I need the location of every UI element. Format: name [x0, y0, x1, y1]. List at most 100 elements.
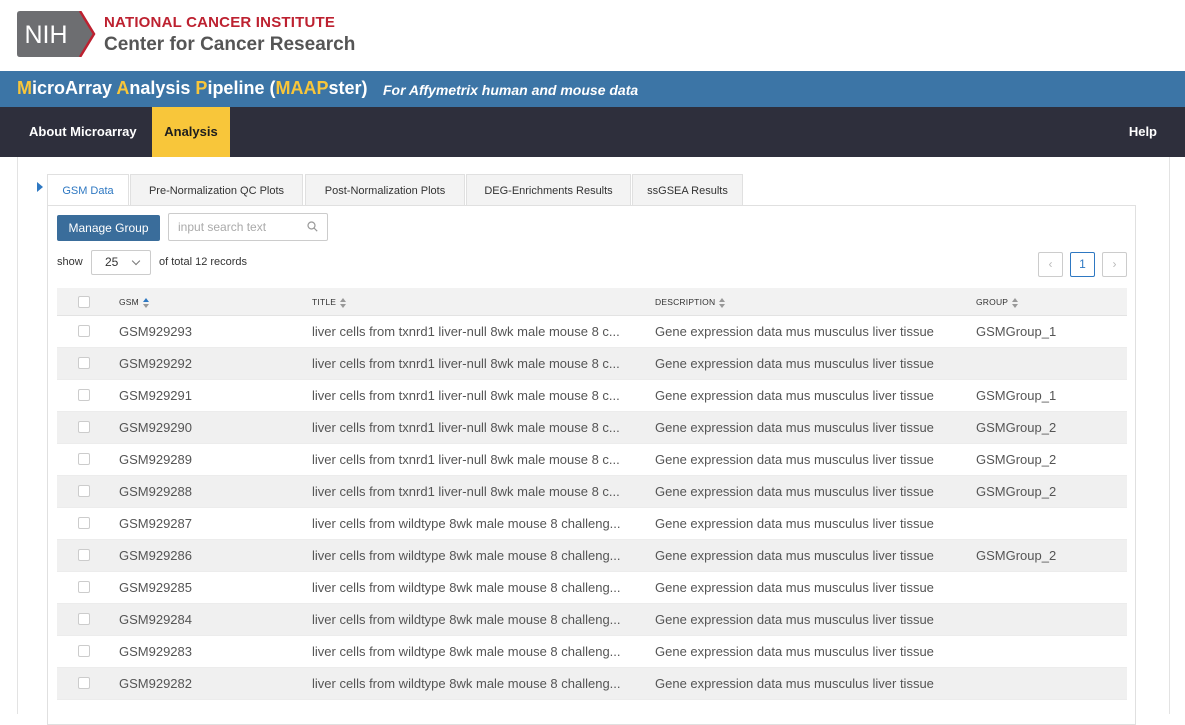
column-header-group-label: GROUP [976, 297, 1009, 307]
cell-group [976, 604, 1116, 635]
table-header: GSM TITLE DESCRIPTION GROUP [57, 288, 1127, 316]
app-title-part: nalysis [129, 78, 196, 98]
nav-about-microarray[interactable]: About Microarray [17, 107, 152, 157]
app-banner: MicroArray Analysis Pipeline (MAAPster) … [0, 71, 1185, 107]
cell-group [976, 508, 1116, 539]
cell-gsm: GSM929284 [119, 612, 192, 627]
row-checkbox[interactable] [78, 485, 90, 497]
cell-title: liver cells from txnrd1 liver-null 8wk m… [312, 420, 620, 435]
tab-deg-enrichments-results[interactable]: DEG-Enrichments Results [466, 174, 631, 206]
cell-title: liver cells from wildtype 8wk male mouse… [312, 580, 621, 595]
table-row[interactable]: GSM929291 liver cells from txnrd1 liver-n… [57, 380, 1127, 412]
row-checkbox[interactable] [78, 581, 90, 593]
cell-title: liver cells from txnrd1 liver-null 8wk m… [312, 452, 620, 467]
column-header-gsm[interactable]: GSM [119, 288, 299, 316]
cell-description: Gene expression data mus musculus liver … [655, 356, 934, 371]
app-title: MicroArray Analysis Pipeline (MAAPster) [17, 78, 367, 99]
cell-description: Gene expression data mus musculus liver … [655, 516, 934, 531]
sort-icon[interactable] [142, 297, 150, 308]
cell-title: liver cells from wildtype 8wk male mouse… [312, 612, 621, 627]
table-row[interactable]: GSM929283 liver cells from wildtype 8wk m… [57, 636, 1127, 668]
row-checkbox[interactable] [78, 613, 90, 625]
table-row[interactable]: GSM929293 liver cells from txnrd1 liver-n… [57, 316, 1127, 348]
page-size-select[interactable]: 25 [91, 250, 151, 275]
cell-group: GSMGroup_2 [976, 548, 1057, 563]
cell-group [976, 668, 1116, 699]
column-header-title[interactable]: TITLE [312, 288, 642, 316]
cell-title: liver cells from txnrd1 liver-null 8wk m… [312, 324, 620, 339]
row-checkbox[interactable] [78, 357, 90, 369]
sort-icon[interactable] [1011, 297, 1019, 308]
cell-gsm: GSM929289 [119, 452, 192, 467]
select-all-checkbox[interactable] [78, 296, 90, 308]
cell-gsm: GSM929287 [119, 516, 192, 531]
table-row[interactable]: GSM929292 liver cells from txnrd1 liver-n… [57, 348, 1127, 380]
tab-ssgsea-results[interactable]: ssGSEA Results [632, 174, 743, 206]
cell-gsm: GSM929291 [119, 388, 192, 403]
cell-title: liver cells from wildtype 8wk male mouse… [312, 516, 621, 531]
row-checkbox[interactable] [78, 645, 90, 657]
row-checkbox[interactable] [78, 421, 90, 433]
row-checkbox[interactable] [78, 677, 90, 689]
row-checkbox[interactable] [78, 453, 90, 465]
table-row[interactable]: GSM929288 liver cells from txnrd1 liver-n… [57, 476, 1127, 508]
table-row[interactable]: GSM929290 liver cells from txnrd1 liver-n… [57, 412, 1127, 444]
cell-title: liver cells from txnrd1 liver-null 8wk m… [312, 356, 620, 371]
tab-pre-normalization-qc-plots[interactable]: Pre-Normalization QC Plots [130, 174, 303, 206]
cell-title: liver cells from txnrd1 liver-null 8wk m… [312, 388, 620, 403]
cell-gsm: GSM929285 [119, 580, 192, 595]
cell-description: Gene expression data mus musculus liver … [655, 644, 934, 659]
column-header-description[interactable]: DESCRIPTION [655, 288, 965, 316]
column-header-title-label: TITLE [312, 297, 337, 307]
sort-icon[interactable] [718, 297, 726, 308]
tab-post-normalization-plots[interactable]: Post-Normalization Plots [305, 174, 465, 206]
cell-group [976, 348, 1116, 379]
cell-description: Gene expression data mus musculus liver … [655, 388, 934, 403]
site-header: NIH NATIONAL CANCER INSTITUTE Center for… [0, 0, 1185, 71]
row-checkbox[interactable] [78, 389, 90, 401]
cell-group: GSMGroup_1 [976, 388, 1057, 403]
table-row[interactable]: GSM929282 liver cells from wildtype 8wk m… [57, 668, 1127, 700]
cell-group: GSMGroup_2 [976, 452, 1057, 467]
pager-page-1[interactable]: 1 [1070, 252, 1095, 277]
gsm-table: GSM TITLE DESCRIPTION GROUP GSM929293 liv… [57, 288, 1127, 700]
table-row[interactable]: GSM929286 liver cells from wildtype 8wk m… [57, 540, 1127, 572]
row-checkbox[interactable] [78, 325, 90, 337]
app-subtitle: For Affymetrix human and mouse data [383, 82, 639, 98]
cell-description: Gene expression data mus musculus liver … [655, 676, 934, 691]
cell-gsm: GSM929282 [119, 676, 192, 691]
total-records-label: of total 12 records [159, 256, 248, 268]
row-checkbox[interactable] [78, 517, 90, 529]
column-header-gsm-label: GSM [119, 297, 139, 307]
cell-title: liver cells from txnrd1 liver-null 8wk m… [312, 484, 620, 499]
nih-logo-text: NIH [24, 21, 67, 49]
cell-gsm: GSM929292 [119, 356, 192, 371]
pager-next-button[interactable]: › [1102, 252, 1127, 277]
row-checkbox[interactable] [78, 549, 90, 561]
app-title-part: M [17, 78, 32, 98]
search-icon[interactable] [307, 221, 318, 232]
manage-group-button[interactable]: Manage Group [57, 215, 160, 241]
pager-prev-button[interactable]: ‹ [1038, 252, 1063, 277]
nav-analysis[interactable]: Analysis [152, 107, 230, 157]
search-box [168, 213, 328, 241]
table-row[interactable]: GSM929285 liver cells from wildtype 8wk m… [57, 572, 1127, 604]
sort-icon[interactable] [339, 297, 347, 308]
column-header-group[interactable]: GROUP [976, 288, 1116, 316]
nav-help[interactable]: Help [1129, 107, 1157, 157]
table-row[interactable]: GSM929284 liver cells from wildtype 8wk m… [57, 604, 1127, 636]
cell-group [976, 636, 1116, 667]
table-row[interactable]: GSM929287 liver cells from wildtype 8wk m… [57, 508, 1127, 540]
cell-description: Gene expression data mus musculus liver … [655, 484, 934, 499]
tab-gsm-data[interactable]: GSM Data [47, 174, 129, 207]
chevron-down-icon [131, 256, 141, 266]
collapse-toggle-icon[interactable] [37, 182, 43, 192]
show-label: show [57, 256, 83, 268]
cell-title: liver cells from wildtype 8wk male mouse… [312, 676, 621, 691]
cell-group: GSMGroup_2 [976, 484, 1057, 499]
table-row[interactable]: GSM929289 liver cells from txnrd1 liver-n… [57, 444, 1127, 476]
logo-chevron-icon [78, 11, 96, 57]
cell-description: Gene expression data mus musculus liver … [655, 548, 934, 563]
search-input[interactable] [169, 214, 299, 240]
cell-description: Gene expression data mus musculus liver … [655, 420, 934, 435]
